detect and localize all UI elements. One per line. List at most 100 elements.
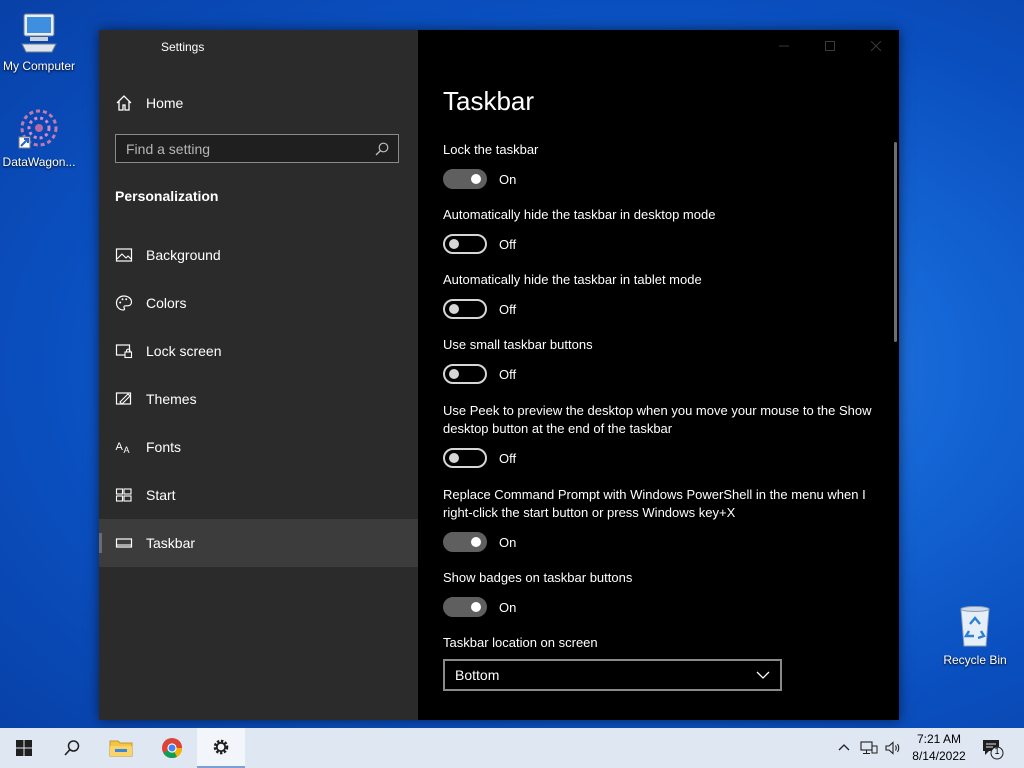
chrome-button[interactable] [148,728,196,768]
notification-center-button[interactable]: 1 [980,736,1004,760]
taskbar-icon [115,538,133,548]
setting-small-buttons: Use small taskbar buttons Off [443,336,883,384]
sidebar-item-background[interactable]: Background [99,231,418,279]
sidebar-item-colors[interactable]: Colors [99,279,418,327]
main-content: Taskbar Lock the taskbar On Automaticall… [418,30,899,720]
sidebar-item-taskbar[interactable]: Taskbar [99,519,418,567]
taskbar-clock[interactable]: 7:21 AM 8/14/2022 [905,731,973,765]
toggle-state: On [499,534,517,550]
toggle-knob [449,369,459,379]
search-icon[interactable] [374,141,390,157]
setting-label: Lock the taskbar [443,142,539,157]
sidebar-item-label: Colors [146,295,187,311]
desktop-icon-datawagon[interactable]: DataWagon... [0,106,78,169]
clock-time: 7:21 AM [916,732,962,746]
home-icon [116,95,132,111]
sidebar-item-fonts[interactable]: A A Fonts [99,423,418,471]
toggle-knob [471,537,481,547]
themes-icon [115,392,132,405]
badges-toggle[interactable] [443,597,487,617]
setting-lock-taskbar: Lock the taskbar On [443,141,883,189]
picture-icon [115,248,133,262]
setting-label: Use Peek to preview the desktop when you… [443,403,872,436]
setting-badges: Show badges on taskbar buttons On [443,569,883,617]
chrome-icon [162,738,183,759]
autohide-tablet-toggle[interactable] [443,299,487,319]
toggle-knob [449,304,459,314]
taskbar-location-dropdown[interactable]: Bottom [443,659,782,691]
scrollbar-thumb[interactable] [894,142,897,342]
sidebar-item-start[interactable]: Start [99,471,418,519]
setting-autohide-tablet: Automatically hide the taskbar in tablet… [443,271,883,319]
network-icon[interactable] [860,740,878,756]
desktop-icon-label: DataWagon... [2,155,76,169]
setting-autohide-desktop: Automatically hide the taskbar in deskto… [443,206,883,254]
lock-screen-icon [115,344,133,359]
sidebar-item-lock-screen[interactable]: Lock screen [99,327,418,375]
system-tray [836,728,902,768]
windows-logo-icon [16,740,32,756]
sidebar-item-label: Taskbar [146,535,196,551]
small-buttons-toggle[interactable] [443,364,487,384]
toggle-state: Off [499,236,517,252]
desktop-icon-label: My Computer [2,59,76,73]
search-icon [64,740,80,756]
window-title: Settings [161,40,205,54]
datawagon-shortcut-icon [16,106,62,152]
sidebar-item-label: Fonts [146,439,182,455]
desktop-icon-label: Recycle Bin [943,653,1007,667]
folder-icon [109,740,133,757]
computer-icon [16,10,62,56]
sidebar-nav-list: Background Colors Lock screen Themes A A… [99,231,418,567]
toggle-knob [471,174,481,184]
settings-button[interactable] [197,728,245,768]
powershell-toggle[interactable] [443,532,487,552]
setting-peek: Use Peek to preview the desktop when you… [443,402,883,468]
autohide-desktop-toggle[interactable] [443,234,487,254]
toggle-state: Off [499,366,517,382]
file-explorer-button[interactable] [97,728,145,768]
setting-label: Show badges on taskbar buttons [443,570,633,585]
toggle-knob [471,602,481,612]
sidebar-item-label: Lock screen [146,343,222,359]
search-box[interactable] [115,134,399,163]
setting-label: Use small taskbar buttons [443,337,593,352]
toggle-knob [449,239,459,249]
search-input[interactable] [116,139,374,158]
setting-location-label: Taskbar location on screen [443,634,883,652]
start-button[interactable] [0,728,48,768]
recycle-bin-icon [952,604,998,650]
desktop-icon-my-computer[interactable]: My Computer [0,10,78,73]
desktop-icon-recycle-bin[interactable]: Recycle Bin [936,604,1014,667]
page-title: Taskbar [443,86,535,116]
notification-badge: 1 [994,746,1000,756]
taskbar: 7:21 AM 8/14/2022 1 [0,728,1024,768]
toggle-state: Off [499,450,517,466]
chevron-down-icon [756,671,770,679]
fonts-icon: A A [116,441,130,455]
sidebar-item-label: Home [146,95,184,111]
toggle-state: On [499,171,517,187]
sidebar-item-home[interactable]: Home [99,88,418,118]
volume-icon[interactable] [884,740,902,756]
toggle-knob [449,453,459,463]
sidebar-item-themes[interactable]: Themes [99,375,418,423]
chevron-up-icon[interactable] [836,740,852,756]
toggle-state: On [499,599,517,615]
sidebar-item-label: Themes [146,391,197,407]
svg-text:A: A [116,441,124,453]
lock-taskbar-toggle[interactable] [443,169,487,189]
setting-label: Replace Command Prompt with Windows Powe… [443,487,866,520]
toggle-state: Off [499,301,517,317]
setting-powershell: Replace Command Prompt with Windows Powe… [443,486,883,552]
taskbar-search-button[interactable] [48,728,96,768]
setting-label: Automatically hide the taskbar in deskto… [443,207,716,222]
settings-window: Settings Home Personalization Background [99,30,899,720]
peek-toggle[interactable] [443,448,487,468]
dropdown-value: Bottom [455,667,500,683]
setting-label: Taskbar location on screen [443,635,598,650]
gear-icon [213,739,229,755]
sidebar-item-label: Background [146,247,221,263]
svg-text:A: A [124,445,130,455]
palette-icon [115,295,133,311]
